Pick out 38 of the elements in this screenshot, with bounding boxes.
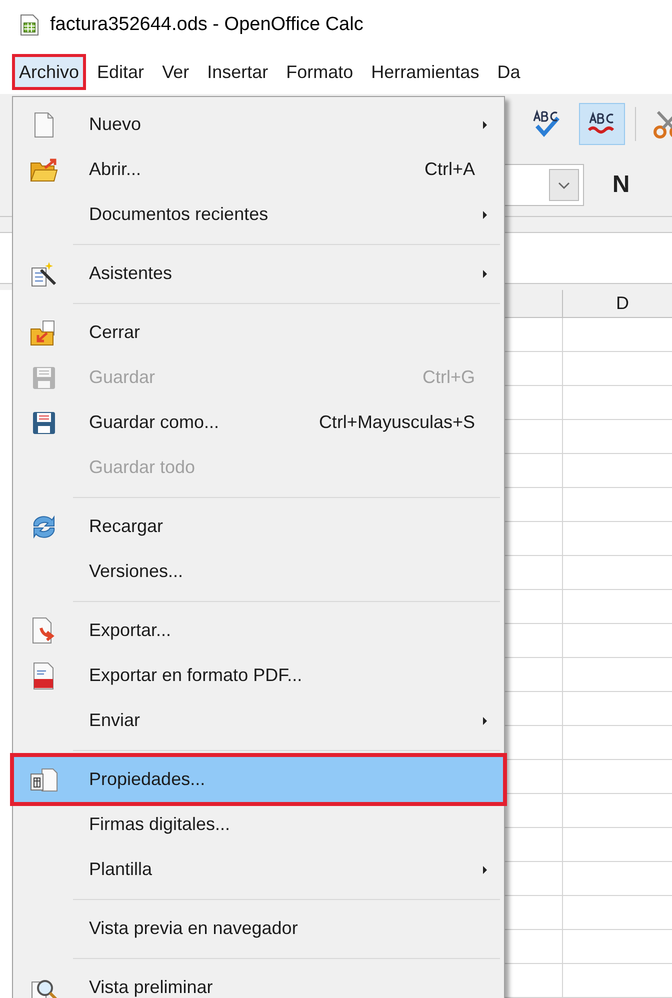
submenu-arrow-icon	[483, 866, 487, 874]
pdf-file-icon	[30, 660, 56, 690]
menu-item[interactable]: Recargar	[14, 504, 503, 549]
menu-item[interactable]: Cerrar	[14, 310, 503, 355]
spreadsheet-icon	[18, 13, 40, 37]
menu-item[interactable]: Versiones...	[14, 549, 503, 594]
column-header[interactable]	[505, 290, 563, 318]
properties-pages-icon	[28, 766, 60, 794]
menu-item[interactable]: Nuevo	[14, 102, 503, 147]
menu-bar-item[interactable]: Editar	[90, 54, 152, 90]
menu-item[interactable]: Documentos recientes	[14, 192, 503, 237]
menu-item[interactable]: Exportar...	[14, 608, 503, 653]
menu-item[interactable]: Exportar en formato PDF...	[14, 653, 503, 698]
menu-item[interactable]: Firmas digitales...	[14, 802, 503, 847]
menu-item[interactable]: Vista previa en navegador	[14, 906, 503, 951]
window-title: factura352644.ods - OpenOffice Calc	[50, 12, 364, 37]
menu-item[interactable]: Abrir... Ctrl+A	[14, 147, 503, 192]
menu-bar-item[interactable]: Da	[490, 54, 528, 90]
menu-item[interactable]: Enviar	[14, 698, 503, 743]
menu-item[interactable]: Plantilla	[14, 847, 503, 892]
wand-icon	[28, 260, 58, 288]
folder-icon	[28, 156, 58, 182]
submenu-arrow-icon	[483, 716, 487, 724]
bold-button[interactable]: N	[606, 165, 636, 205]
menu-bar-item[interactable]: Insertar	[200, 54, 276, 90]
menu-bar-item[interactable]: Ver	[155, 54, 196, 90]
menu-bar-item[interactable]: Archivo	[12, 54, 86, 90]
submenu-arrow-icon	[483, 120, 487, 128]
menu-bar-item[interactable]: Formato	[279, 54, 360, 90]
menu-item[interactable]: Asistentes	[14, 251, 503, 296]
submenu-arrow-icon	[483, 270, 487, 278]
menu-bar-item[interactable]: Herramientas	[364, 54, 486, 90]
menu-item[interactable]: Vista preliminar	[14, 965, 503, 998]
menu-item[interactable]: Propiedades...	[14, 757, 503, 802]
column-header[interactable]: D	[563, 290, 672, 318]
menu-item[interactable]: Guardar como... Ctrl+Mayusculas+S	[14, 400, 503, 445]
autospell-button[interactable]	[579, 103, 625, 145]
submenu-arrow-icon	[483, 210, 487, 218]
